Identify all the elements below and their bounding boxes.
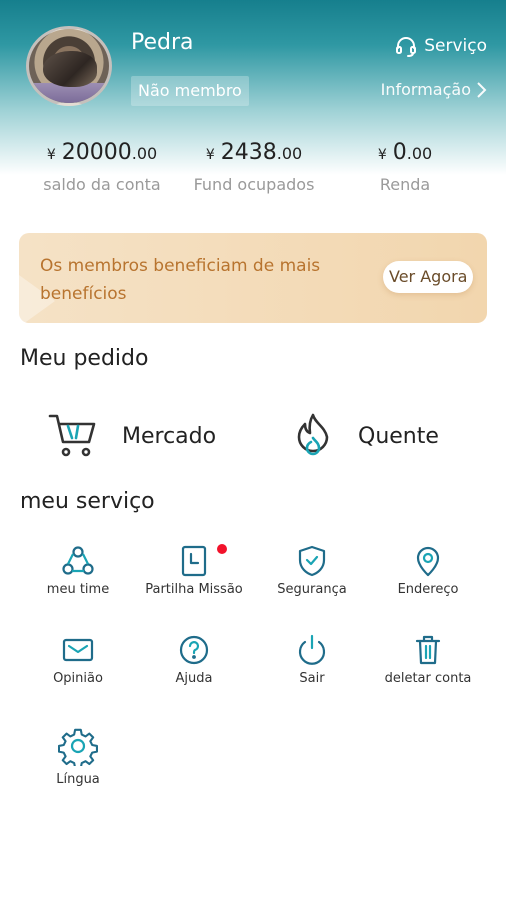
service-item-security[interactable]: Segurança: [249, 544, 375, 597]
order-item-label: Mercado: [122, 423, 217, 449]
service-item-opinion[interactable]: Opinião: [15, 633, 141, 686]
account-stats: ¥20000.00 saldo da conta ¥2438.00 Fund o…: [0, 140, 506, 210]
service-item-label: Endereço: [397, 582, 459, 597]
currency-symbol: ¥: [377, 147, 387, 163]
services-section-title: meu serviço: [20, 489, 155, 514]
currency-symbol: ¥: [205, 147, 215, 163]
stat-label: saldo da conta: [43, 175, 161, 194]
service-item-team[interactable]: meu time: [15, 544, 141, 597]
service-item-logout[interactable]: Sair: [249, 633, 375, 686]
help-icon: [177, 633, 211, 667]
stat-balance[interactable]: ¥20000.00 saldo da conta: [38, 140, 166, 194]
member-status-badge: Não membro: [131, 76, 249, 106]
promo-text: Os membros beneficiam de mais benefícios: [40, 256, 321, 304]
amount-decimal: .00: [131, 144, 158, 163]
order-item-label: Quente: [358, 423, 439, 449]
amount-integer: 2438: [220, 140, 277, 165]
info-label: Informação: [380, 80, 471, 99]
order-item-market[interactable]: Mercado: [48, 412, 216, 460]
service-item-language[interactable]: Língua: [15, 726, 141, 787]
trash-icon: [411, 633, 445, 667]
service-item-label: Partilha Missão: [145, 582, 243, 597]
amount-decimal: .00: [406, 144, 433, 163]
service-item-address[interactable]: Endereço: [365, 544, 491, 597]
share-task-icon: [177, 544, 227, 578]
location-icon: [411, 544, 445, 578]
username: Pedra: [131, 30, 194, 55]
shield-icon: [295, 544, 329, 578]
avatar[interactable]: [26, 26, 112, 106]
order-item-hot[interactable]: Quente: [292, 412, 439, 460]
avatar-rock: [43, 51, 97, 87]
power-icon: [295, 633, 329, 667]
stat-amount: ¥20000.00: [38, 140, 166, 165]
service-item-label: meu time: [46, 582, 110, 597]
stat-amount: ¥0.00: [364, 140, 446, 165]
service-item-help[interactable]: Ajuda: [131, 633, 257, 686]
service-item-label: Sair: [299, 671, 325, 686]
service-item-label: Ajuda: [175, 671, 213, 686]
service-item-delete-account[interactable]: deletar conta: [365, 633, 491, 686]
chevron-right-icon: [475, 81, 487, 99]
cart-icon: [48, 412, 98, 460]
membership-promo-banner[interactable]: Os membros beneficiam de mais benefícios…: [19, 233, 487, 323]
stat-funds[interactable]: ¥2438.00 Fund ocupados: [187, 140, 321, 194]
amount-integer: 0: [392, 140, 407, 165]
view-now-button[interactable]: Ver Agora: [383, 261, 474, 293]
stat-label: Fund ocupados: [193, 175, 315, 194]
gear-icon: [58, 726, 98, 766]
stat-amount: ¥2438.00: [187, 140, 321, 165]
currency-symbol: ¥: [46, 147, 56, 163]
service-label: Serviço: [424, 36, 487, 56]
service-item-label: Opinião: [53, 671, 103, 686]
stat-income[interactable]: ¥0.00 Renda: [364, 140, 446, 194]
service-item-share-task[interactable]: Partilha Missão: [131, 544, 257, 597]
mail-icon: [61, 633, 95, 667]
service-link[interactable]: Serviço: [394, 34, 487, 58]
service-item-label: Segurança: [277, 582, 347, 597]
headset-icon: [394, 34, 418, 58]
notification-dot: [217, 544, 227, 554]
service-item-label: Língua: [56, 772, 100, 787]
flame-icon: [292, 412, 334, 460]
team-icon: [61, 544, 95, 578]
amount-decimal: .00: [276, 144, 303, 163]
orders-section-title: Meu pedido: [20, 346, 149, 371]
service-item-label: deletar conta: [384, 671, 472, 686]
info-link[interactable]: Informação: [381, 80, 487, 99]
stat-label: Renda: [379, 175, 431, 194]
amount-integer: 20000: [61, 140, 132, 165]
